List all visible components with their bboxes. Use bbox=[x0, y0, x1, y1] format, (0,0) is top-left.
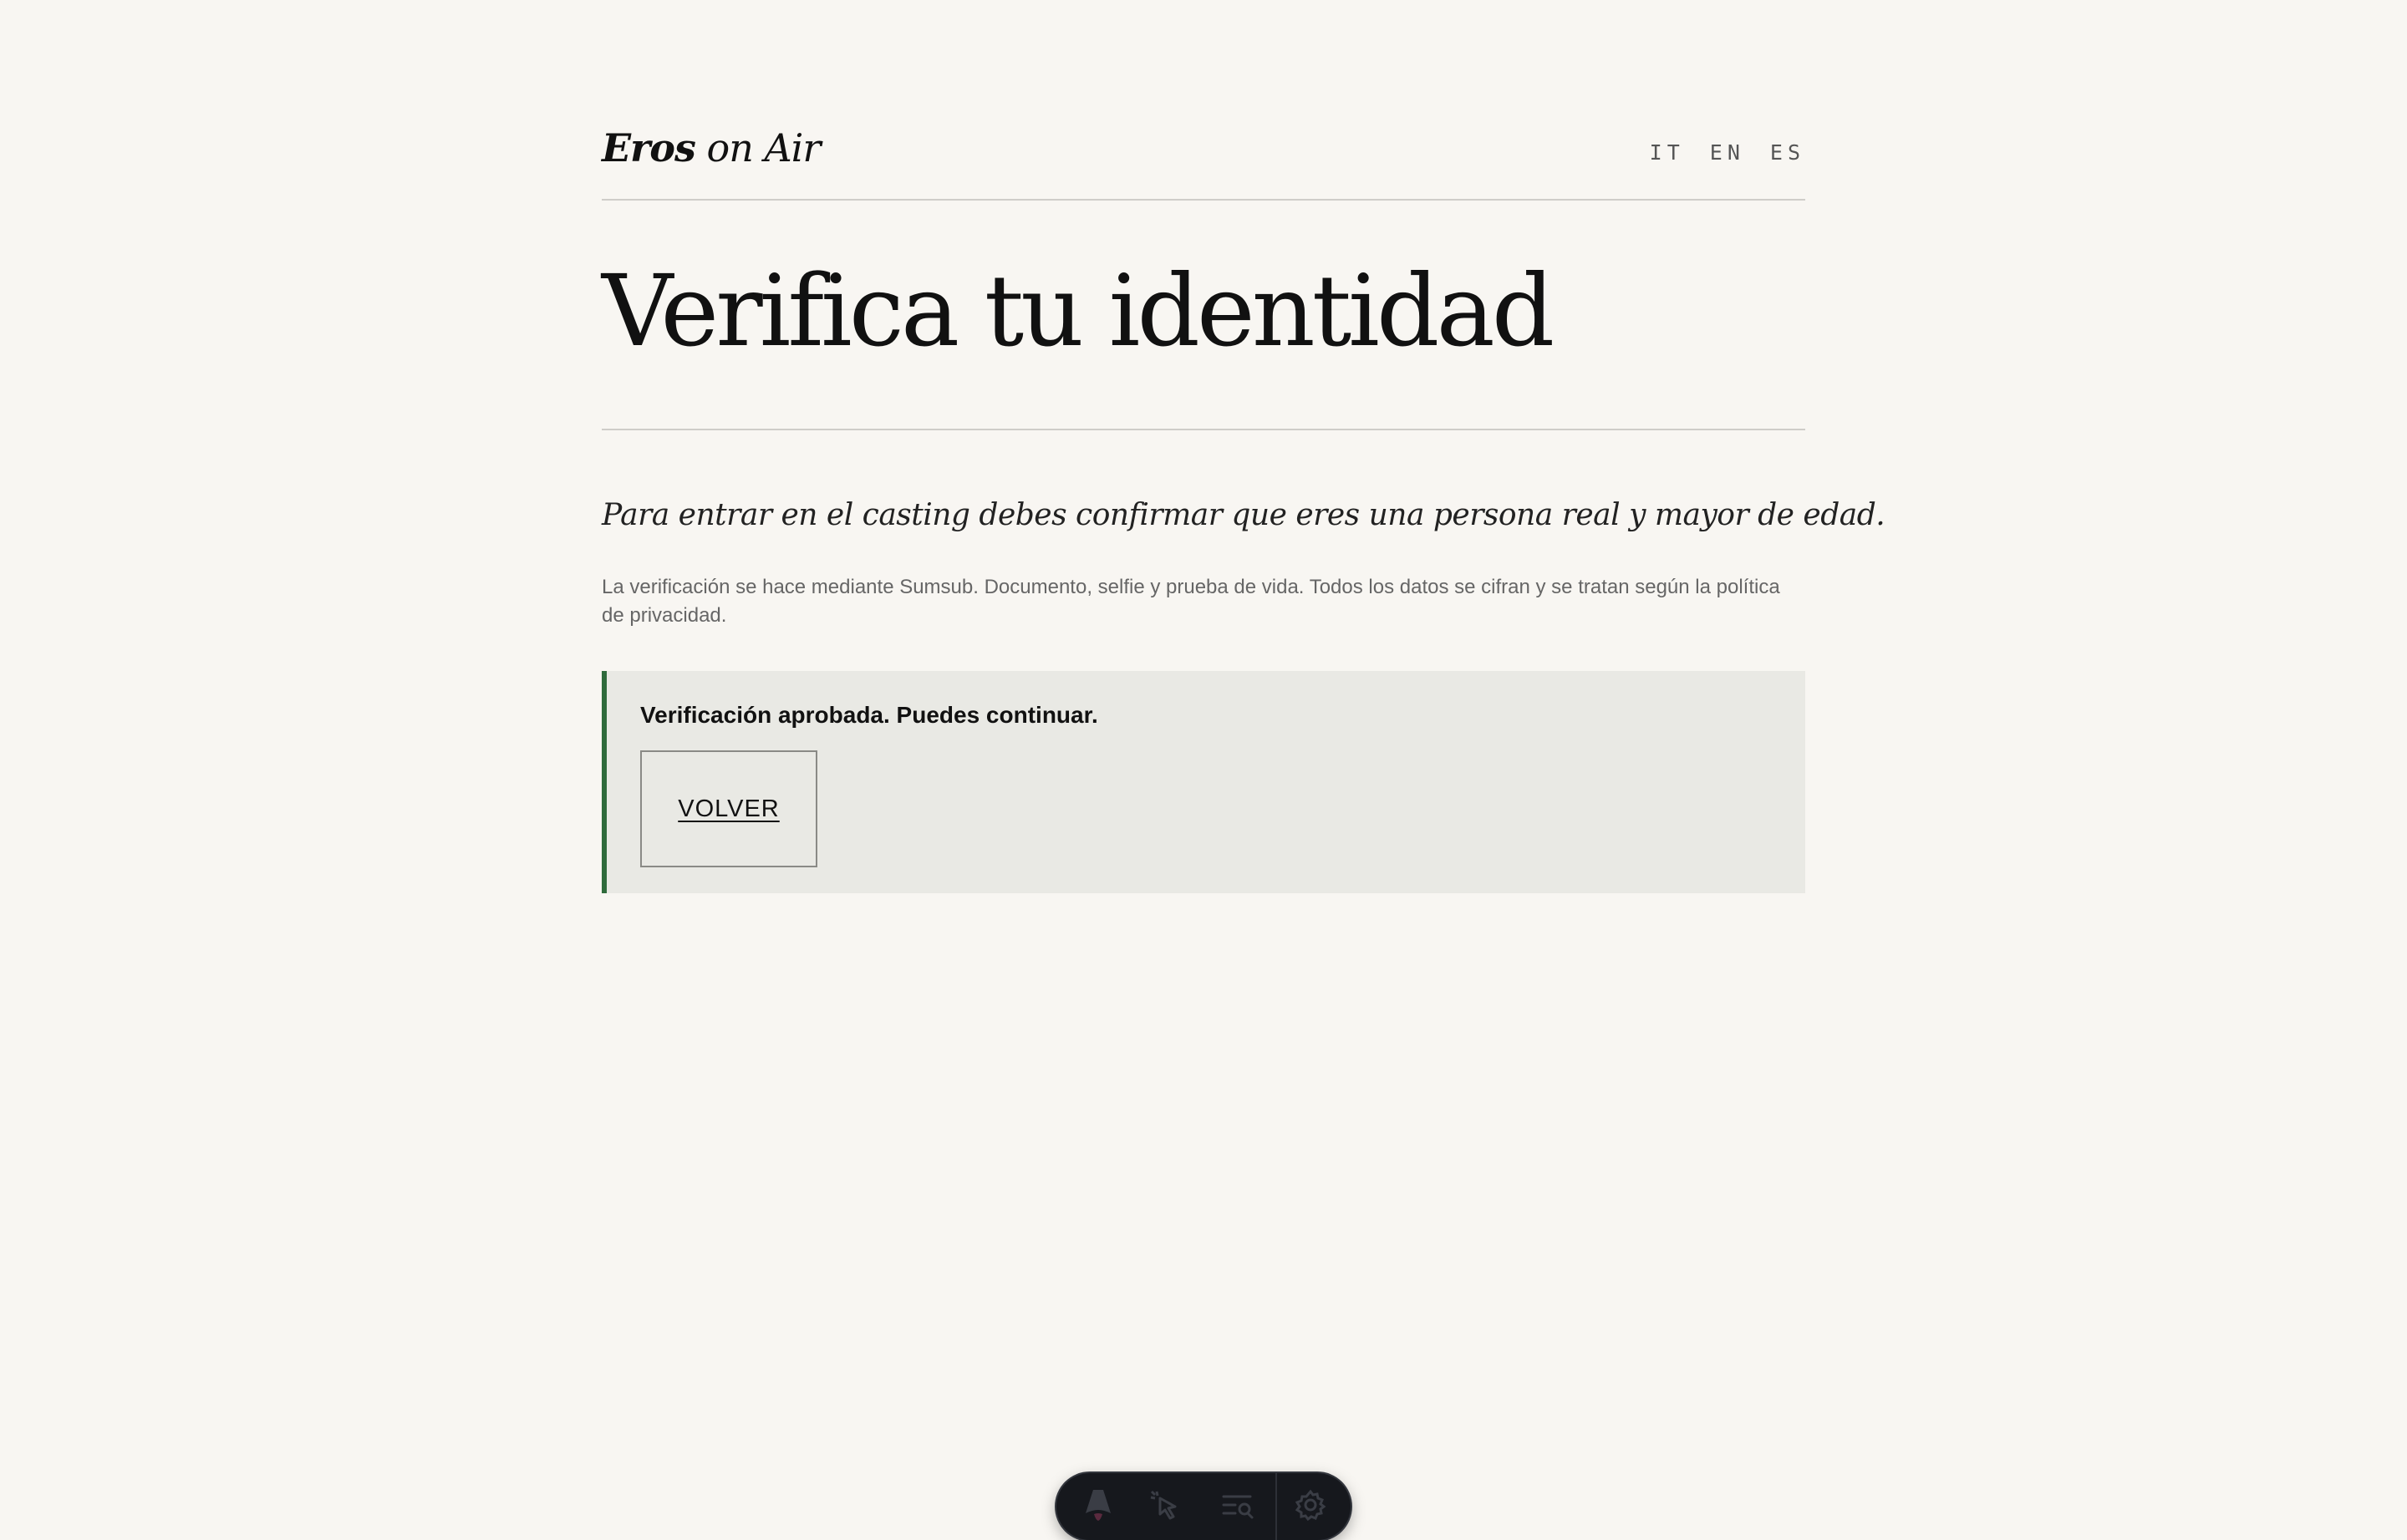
audit-search-icon[interactable] bbox=[1220, 1487, 1257, 1523]
back-button[interactable]: VOLVER bbox=[640, 750, 817, 867]
logo-bold-text: Eros bbox=[602, 125, 696, 170]
logo-light-text: on Air bbox=[706, 125, 822, 170]
toolbar-divider bbox=[1275, 1473, 1277, 1540]
verification-approved-message: Verificación aprobada. Puedes continuar. bbox=[640, 702, 1098, 728]
astro-logo-icon[interactable] bbox=[1080, 1487, 1117, 1523]
page-title: Verifica tu identidad bbox=[602, 253, 1555, 368]
verification-status-panel: Verificación aprobada. Puedes continuar.… bbox=[602, 671, 1805, 893]
language-it-link[interactable]: IT bbox=[1650, 140, 1685, 165]
language-switcher: IT EN ES bbox=[1650, 140, 1805, 165]
language-en-link[interactable]: EN bbox=[1710, 140, 1745, 165]
description-text: La verificación se hace mediante Sumsub.… bbox=[602, 576, 1780, 627]
dev-toolbar bbox=[1056, 1473, 1351, 1540]
site-logo[interactable]: Eros on Air bbox=[602, 125, 822, 170]
language-es-link[interactable]: ES bbox=[1770, 140, 1805, 165]
site-header: Eros on Air IT EN ES bbox=[602, 117, 1805, 201]
settings-gear-icon[interactable] bbox=[1292, 1487, 1329, 1523]
inspect-cursor-icon[interactable] bbox=[1147, 1487, 1183, 1523]
lead-text: Para entrar en el casting debes confirma… bbox=[602, 498, 1885, 532]
title-divider bbox=[602, 429, 1805, 430]
